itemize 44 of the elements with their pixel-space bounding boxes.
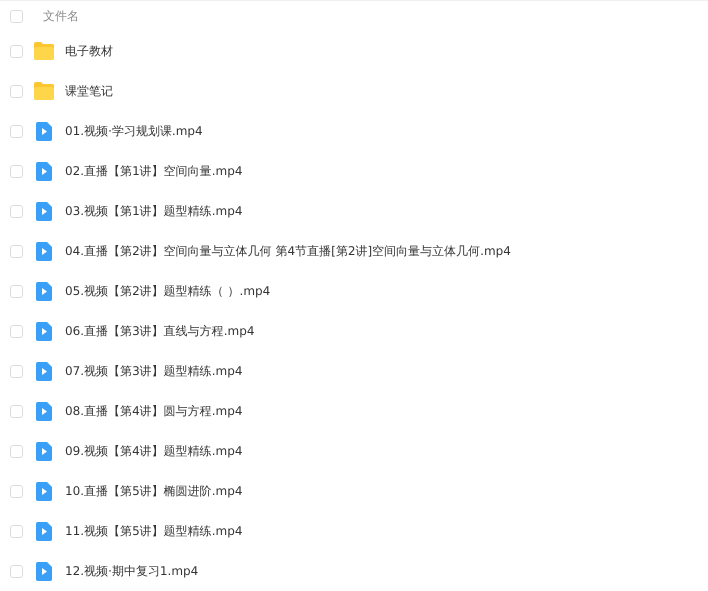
file-name[interactable]: 电子教材 bbox=[65, 42, 113, 60]
folder-icon bbox=[34, 42, 54, 60]
checkbox[interactable] bbox=[10, 44, 23, 58]
video-file-icon bbox=[36, 402, 52, 420]
video-file-icon bbox=[36, 522, 52, 540]
video-file-icon bbox=[36, 122, 52, 140]
file-name[interactable]: 12.视频·期中复习1.mp4 bbox=[65, 562, 198, 580]
checkbox[interactable] bbox=[10, 84, 23, 98]
checkbox[interactable] bbox=[10, 524, 23, 538]
file-name[interactable]: 06.直播【第3讲】直线与方程.mp4 bbox=[65, 322, 254, 340]
checkbox[interactable] bbox=[10, 564, 23, 578]
file-name[interactable]: 09.视频【第4讲】题型精练.mp4 bbox=[65, 442, 242, 460]
checkbox[interactable] bbox=[10, 444, 23, 458]
file-name[interactable]: 07.视频【第3讲】题型精练.mp4 bbox=[65, 362, 242, 380]
video-file-icon bbox=[36, 322, 52, 340]
select-all-checkbox[interactable] bbox=[10, 10, 23, 22]
video-file-icon bbox=[36, 442, 52, 460]
file-name[interactable]: 11.视频【第5讲】题型精练.mp4 bbox=[65, 522, 242, 540]
checkbox[interactable] bbox=[10, 204, 23, 218]
checkbox[interactable] bbox=[10, 124, 23, 138]
checkbox[interactable] bbox=[10, 324, 23, 338]
checkbox[interactable] bbox=[10, 404, 23, 418]
file-name[interactable]: 05.视频【第2讲】题型精练（ ）.mp4 bbox=[65, 282, 270, 300]
file-name[interactable]: 02.直播【第1讲】空间向量.mp4 bbox=[65, 162, 242, 180]
checkbox[interactable] bbox=[10, 284, 23, 298]
checkbox[interactable] bbox=[10, 364, 23, 378]
video-file-icon bbox=[36, 562, 52, 580]
video-file-icon bbox=[36, 362, 52, 380]
video-file-icon bbox=[36, 202, 52, 220]
file-name[interactable]: 08.直播【第4讲】圆与方程.mp4 bbox=[65, 402, 242, 420]
file-name[interactable]: 04.直播【第2讲】空间向量与立体几何 第4节直播[第2讲]空间向量与立体几何.mp4 bbox=[65, 242, 511, 260]
file-name[interactable]: 01.视频·学习规划课.mp4 bbox=[65, 122, 203, 140]
folder-icon bbox=[34, 82, 54, 100]
checkbox[interactable] bbox=[10, 244, 23, 258]
column-header: 文件名 bbox=[42, 8, 79, 24]
video-file-icon bbox=[36, 282, 52, 300]
file-name[interactable]: 课堂笔记 bbox=[65, 82, 113, 100]
file-name[interactable]: 10.直播【第5讲】椭圆进阶.mp4 bbox=[65, 482, 242, 500]
video-file-icon bbox=[36, 482, 52, 500]
checkbox[interactable] bbox=[10, 164, 23, 178]
video-file-icon bbox=[36, 242, 52, 260]
file-name[interactable]: 03.视频【第1讲】题型精练.mp4 bbox=[65, 202, 242, 220]
video-file-icon bbox=[36, 162, 52, 180]
checkbox[interactable] bbox=[10, 484, 23, 498]
